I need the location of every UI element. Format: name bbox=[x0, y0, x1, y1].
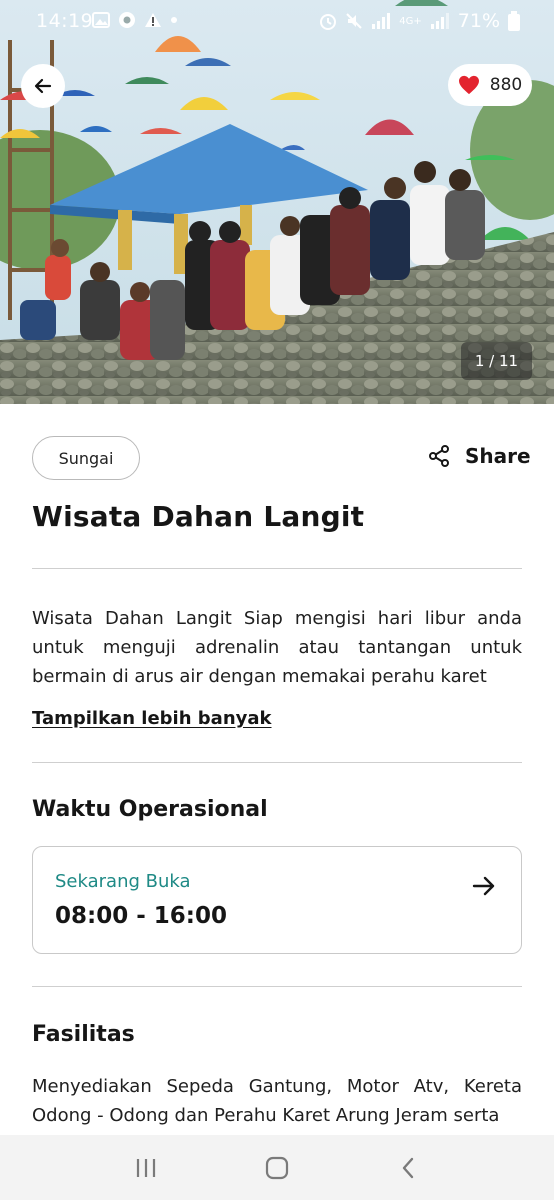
recents-button[interactable] bbox=[116, 1143, 176, 1193]
mute-icon bbox=[346, 13, 362, 29]
warning-icon bbox=[145, 13, 161, 27]
show-more-link[interactable]: Tampilkan lebih banyak bbox=[32, 708, 272, 729]
gallery-icon bbox=[92, 12, 110, 28]
divider bbox=[32, 568, 522, 569]
home-icon bbox=[265, 1156, 289, 1179]
share-icon bbox=[429, 445, 449, 467]
nav-back-button[interactable] bbox=[378, 1143, 438, 1193]
hours-heading: Waktu Operasional bbox=[32, 797, 268, 822]
network-type: 4G+ bbox=[399, 15, 422, 27]
hero-photo[interactable]: 14:19 4G+ 71% 880 1 / 11 bbox=[0, 0, 554, 404]
divider bbox=[32, 762, 522, 763]
like-button[interactable]: 880 bbox=[448, 64, 532, 106]
chrome-icon bbox=[119, 12, 135, 28]
battery-percent: 71% bbox=[457, 10, 500, 32]
recents-icon bbox=[136, 1158, 155, 1177]
facilities-heading: Fasilitas bbox=[32, 1022, 135, 1047]
arrow-left-icon bbox=[34, 78, 52, 94]
image-counter: 1 / 11 bbox=[461, 342, 532, 380]
cell-signal-icon bbox=[430, 13, 449, 29]
alarm-icon bbox=[320, 14, 337, 30]
status-bar: 14:19 4G+ 71% bbox=[0, 0, 554, 42]
back-button[interactable] bbox=[21, 64, 65, 108]
battery-icon bbox=[508, 11, 520, 31]
chevron-left-icon bbox=[403, 1157, 414, 1178]
status-left-icons bbox=[92, 11, 178, 29]
arrow-right-icon bbox=[472, 876, 495, 896]
status-time: 14:19 bbox=[36, 10, 94, 32]
heart-icon bbox=[458, 75, 479, 95]
wifi-signal-icon bbox=[372, 13, 391, 29]
place-title: Wisata Dahan Langit bbox=[32, 500, 365, 533]
share-button[interactable]: Share bbox=[427, 444, 531, 468]
place-description: Wisata Dahan Langit Siap mengisi hari li… bbox=[32, 608, 522, 687]
category-chip[interactable]: Sungai bbox=[32, 436, 140, 480]
status-right-icons: 4G+ 71% bbox=[319, 10, 520, 32]
open-status: Sekarang Buka bbox=[55, 871, 191, 892]
like-count: 880 bbox=[489, 75, 523, 95]
facilities-text: Menyediakan Sepeda Gantung, Motor Atv, K… bbox=[32, 1076, 522, 1126]
home-button[interactable] bbox=[247, 1143, 307, 1193]
dot-icon bbox=[171, 17, 177, 23]
share-label: Share bbox=[465, 444, 531, 468]
hours-range: 08:00 - 16:00 bbox=[55, 903, 227, 929]
divider bbox=[32, 986, 522, 987]
system-nav-bar bbox=[0, 1135, 554, 1200]
operating-hours-card[interactable]: Sekarang Buka 08:00 - 16:00 bbox=[32, 846, 522, 954]
